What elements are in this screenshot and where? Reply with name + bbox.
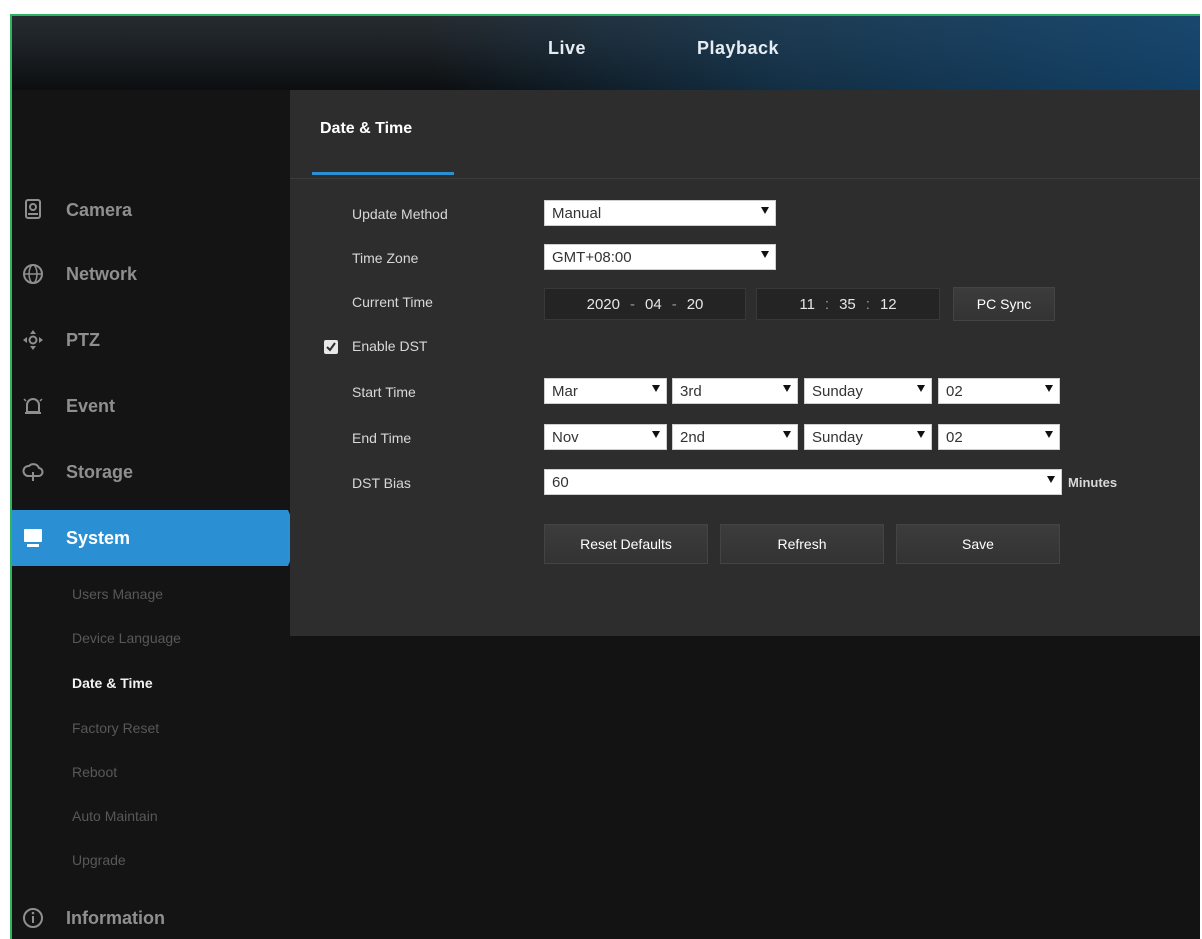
start-hour-select[interactable]: 02	[938, 378, 1060, 404]
start-hour-value: 02	[946, 382, 963, 400]
ptz-icon	[22, 329, 44, 351]
time-separator: :	[865, 295, 870, 313]
enable-dst-checkbox[interactable]	[324, 340, 338, 354]
dst-bias-value: 60	[552, 473, 569, 491]
submenu-factory-reset[interactable]: Factory Reset	[72, 720, 159, 736]
save-button[interactable]: Save	[896, 524, 1060, 564]
second-value: 12	[879, 295, 897, 313]
start-time-label: Start Time	[352, 384, 416, 400]
day-value: 20	[686, 295, 704, 313]
end-hour-select[interactable]: 02	[938, 424, 1060, 450]
start-week-select[interactable]: 3rd	[672, 378, 798, 404]
app-window: Live Playback Camera Network PTZ Event S…	[10, 14, 1200, 939]
sidebar-item-label: Network	[66, 263, 138, 284]
end-day-value: Sunday	[812, 428, 863, 446]
sidebar-item-label: System	[66, 527, 131, 548]
end-week-select[interactable]: 2nd	[672, 424, 798, 450]
info-icon	[22, 907, 44, 929]
end-hour-value: 02	[946, 428, 963, 446]
sidebar-item-label: PTZ	[66, 329, 100, 350]
submenu-auto-maintain[interactable]: Auto Maintain	[72, 808, 158, 824]
submenu-date-time[interactable]: Date & Time	[72, 675, 153, 691]
start-day-value: Sunday	[812, 382, 863, 400]
chevron-down-icon	[652, 431, 660, 438]
submenu-users-manage[interactable]: Users Manage	[72, 586, 163, 602]
start-month-value: Mar	[552, 382, 578, 400]
sidebar-item-label: Camera	[66, 199, 133, 220]
chevron-down-icon	[761, 207, 769, 214]
submenu-device-language[interactable]: Device Language	[72, 630, 181, 646]
submenu-reboot[interactable]: Reboot	[72, 764, 117, 780]
sidebar-item-event[interactable]: Event	[12, 378, 290, 434]
settings-panel: Date & Time Update Method Manual Time Zo…	[290, 90, 1200, 636]
panel-header: Date & Time	[290, 90, 1200, 179]
sidebar-item-label: Information	[66, 907, 165, 928]
start-day-select[interactable]: Sunday	[804, 378, 932, 404]
refresh-button[interactable]: Refresh	[720, 524, 884, 564]
date-separator: -	[671, 295, 677, 313]
minute-value: 35	[839, 295, 856, 313]
pc-sync-button[interactable]: PC Sync	[953, 287, 1055, 321]
camera-icon	[22, 199, 44, 221]
end-week-value: 2nd	[680, 428, 706, 446]
sidebar-item-information[interactable]: Information	[12, 890, 290, 939]
time-zone-value: GMT+08:00	[552, 248, 632, 266]
nav-playback[interactable]: Playback	[697, 38, 779, 59]
nav-live[interactable]: Live	[548, 38, 586, 59]
sidebar-item-camera[interactable]: Camera	[12, 182, 290, 238]
update-method-value: Manual	[552, 204, 602, 222]
system-icon	[22, 527, 44, 549]
chevron-down-icon	[783, 385, 791, 392]
checkmark-icon	[326, 342, 336, 352]
dst-bias-select[interactable]: 60	[544, 469, 1062, 495]
year-value: 2020	[586, 295, 620, 313]
end-month-value: Nov	[552, 428, 579, 446]
end-time-label: End Time	[352, 430, 412, 446]
time-separator: :	[824, 295, 830, 313]
end-day-select[interactable]: Sunday	[804, 424, 932, 450]
sidebar-item-label: Storage	[66, 461, 134, 482]
sidebar-item-system[interactable]: System	[12, 510, 300, 566]
reset-defaults-button[interactable]: Reset Defaults	[544, 524, 708, 564]
end-month-select[interactable]: Nov	[544, 424, 667, 450]
event-icon	[22, 395, 44, 417]
start-week-value: 3rd	[680, 382, 702, 400]
current-clock-field[interactable]: 11 : 35 : 12	[756, 288, 940, 320]
top-navigation-bar: Live Playback	[12, 16, 1200, 90]
update-method-select[interactable]: Manual	[544, 200, 776, 226]
chevron-down-icon	[1045, 385, 1053, 392]
chevron-down-icon	[652, 385, 660, 392]
update-method-label: Update Method	[352, 206, 448, 222]
storage-icon	[22, 461, 44, 483]
current-date-field[interactable]: 2020 - 04 - 20	[544, 288, 746, 320]
chevron-down-icon	[917, 385, 925, 392]
chevron-down-icon	[783, 431, 791, 438]
chevron-down-icon	[761, 251, 769, 258]
enable-dst-label: Enable DST	[352, 338, 428, 354]
chevron-down-icon	[1045, 431, 1053, 438]
page-title: Date & Time	[320, 120, 413, 137]
sidebar: Camera Network PTZ Event Storage System …	[12, 90, 300, 939]
current-time-label: Current Time	[352, 294, 433, 310]
sidebar-item-label: Event	[66, 395, 116, 416]
chevron-down-icon	[1047, 476, 1055, 483]
submenu-upgrade[interactable]: Upgrade	[72, 852, 126, 868]
sidebar-item-network[interactable]: Network	[12, 246, 290, 302]
hour-value: 11	[799, 295, 815, 313]
date-separator: -	[630, 295, 635, 313]
month-value: 04	[645, 295, 662, 313]
dst-bias-unit: Minutes	[1068, 475, 1118, 490]
time-zone-select[interactable]: GMT+08:00	[544, 244, 776, 270]
sidebar-item-storage[interactable]: Storage	[12, 444, 290, 500]
active-tab-indicator	[312, 172, 454, 175]
sidebar-item-ptz[interactable]: PTZ	[12, 312, 290, 368]
time-zone-label: Time Zone	[352, 250, 419, 266]
network-icon	[22, 263, 44, 285]
start-month-select[interactable]: Mar	[544, 378, 667, 404]
dst-bias-label: DST Bias	[352, 475, 411, 491]
chevron-down-icon	[917, 431, 925, 438]
